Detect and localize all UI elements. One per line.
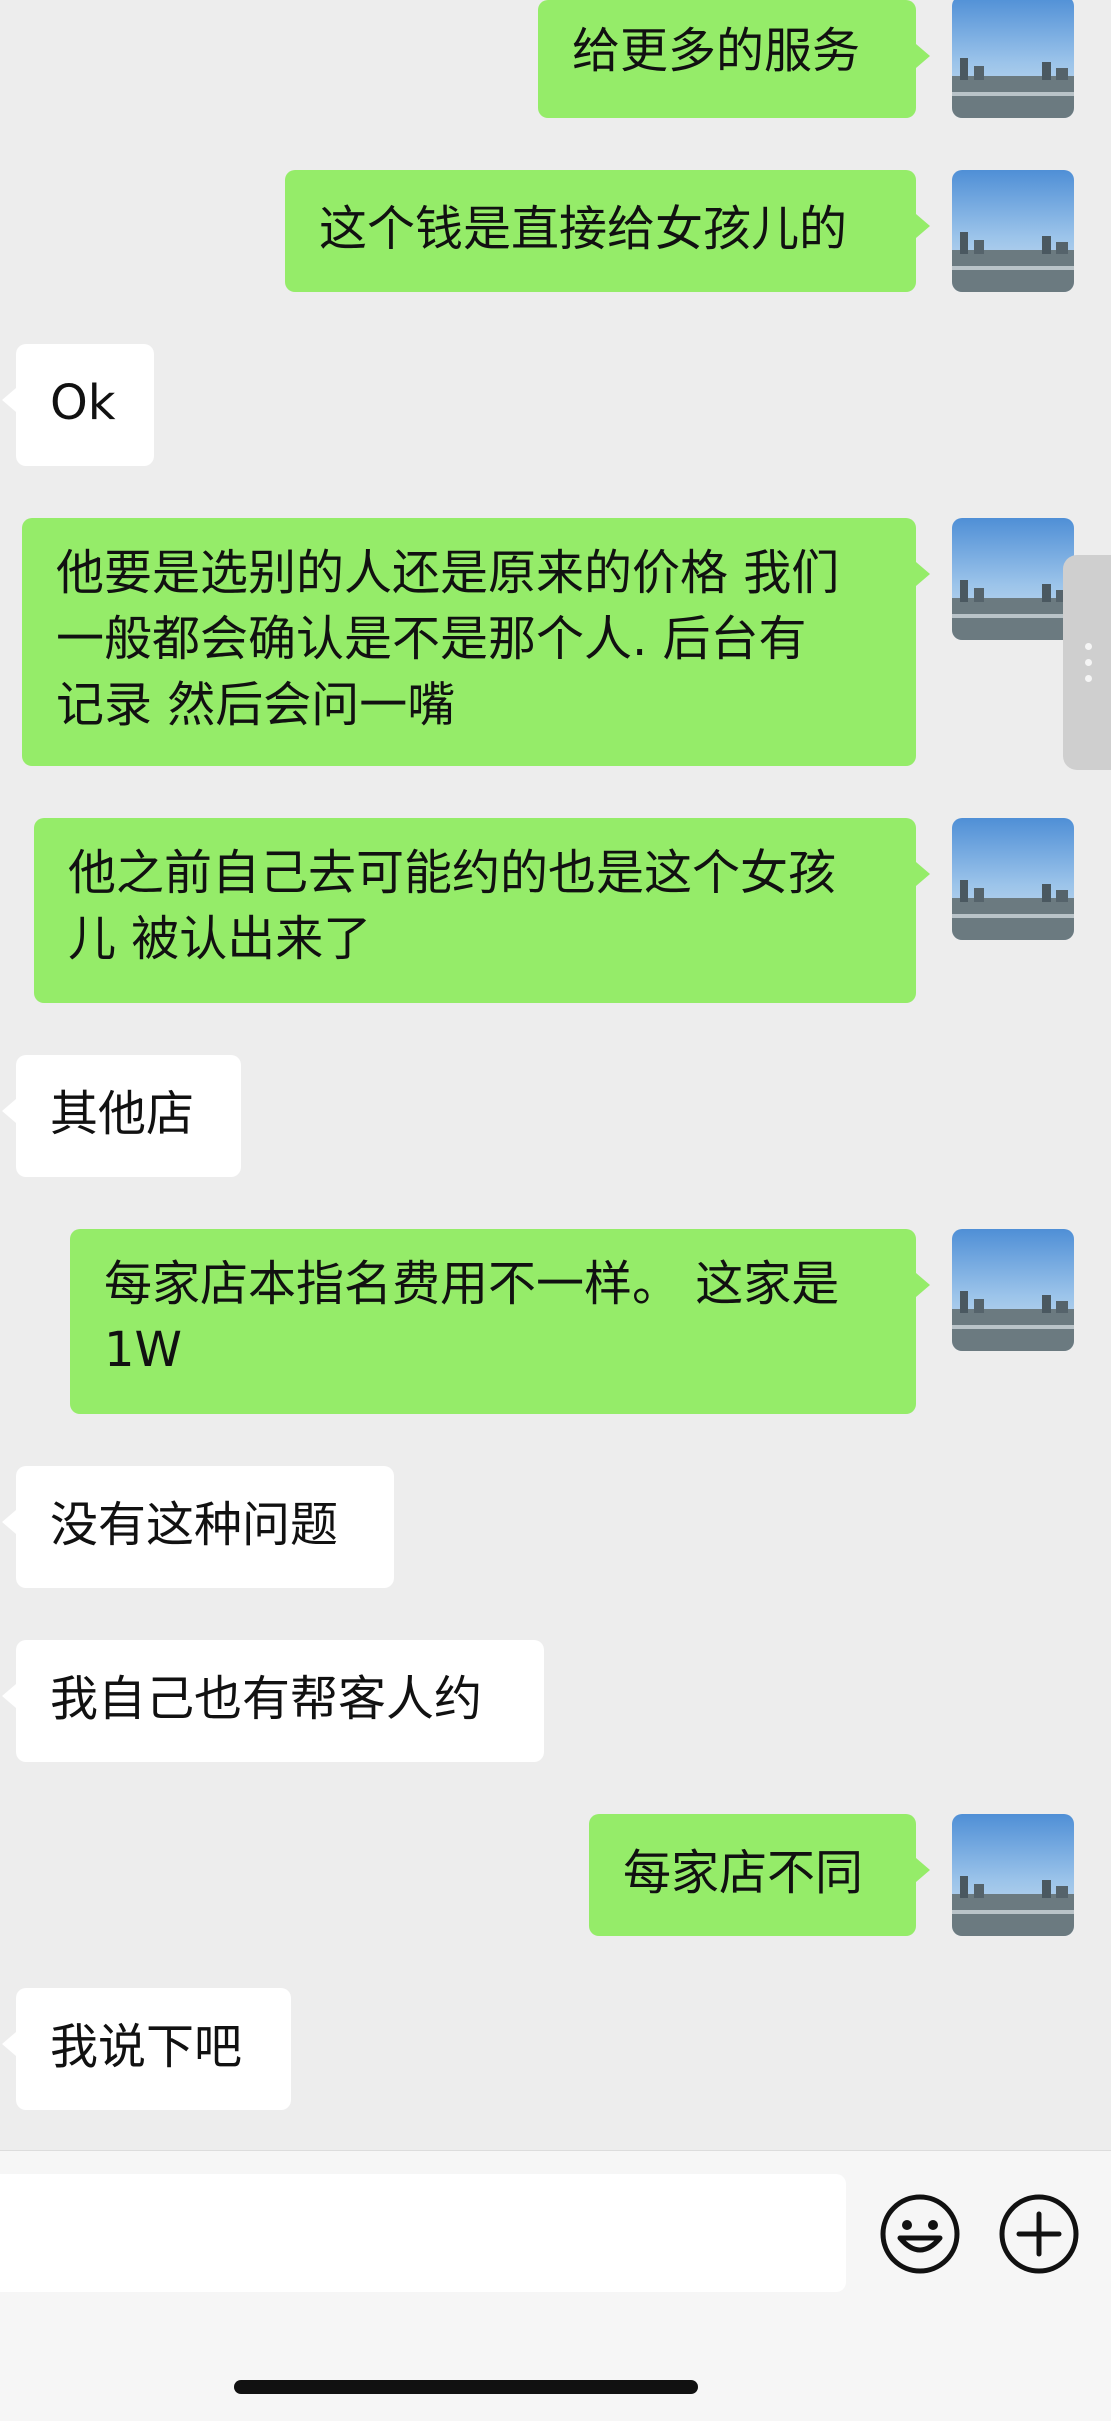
message-bubble-received[interactable]: 没有这种问题 (2, 1466, 394, 1588)
avatar[interactable] (952, 1229, 1074, 1351)
home-indicator (234, 2380, 698, 2394)
message-bubble-received[interactable]: 其他店 (2, 1055, 241, 1177)
avatar-image (952, 518, 1074, 640)
floating-side-handle[interactable] (1063, 555, 1111, 770)
message-bubble-sent[interactable]: 他要是选别的人还是原来的价格 我们 一般都会确认是不是那个人. 后台有 记录 然… (22, 518, 930, 766)
avatar-image (952, 1814, 1074, 1936)
message-bubble-sent[interactable]: 每家店本指名费用不一样。 这家是 1W (70, 1229, 930, 1414)
avatar-image (952, 1229, 1074, 1351)
chat-history[interactable]: 给更多的服务 这个钱是直接给女孩儿的 Ok 他要是选别的人还是原来的价格 我们 … (0, 0, 1111, 2150)
message-bubble-sent[interactable]: 这个钱是直接给女孩儿的 (285, 170, 930, 292)
plus-icon[interactable] (997, 2192, 1081, 2276)
avatar[interactable] (952, 818, 1074, 940)
message-bubble-sent[interactable]: 给更多的服务 (538, 0, 930, 118)
message-bubble-received[interactable]: Ok (2, 344, 154, 466)
message-bubble-received[interactable]: 我自己也有帮客人约 (2, 1640, 544, 1762)
avatar[interactable] (952, 0, 1074, 118)
avatar-image (952, 0, 1074, 118)
message-bubble-sent[interactable]: 他之前自己去可能约的也是这个女孩 儿 被认出来了 (34, 818, 930, 1003)
avatar[interactable] (952, 170, 1074, 292)
message-bubble-sent[interactable]: 每家店不同 (589, 1814, 930, 1936)
message-bubble-received[interactable]: 我说下吧 (2, 1988, 291, 2110)
avatar-image (952, 170, 1074, 292)
avatar[interactable] (952, 518, 1074, 640)
emoji-icon[interactable] (878, 2192, 962, 2276)
avatar-image (952, 818, 1074, 940)
message-input[interactable] (0, 2174, 846, 2292)
avatar[interactable] (952, 1814, 1074, 1936)
